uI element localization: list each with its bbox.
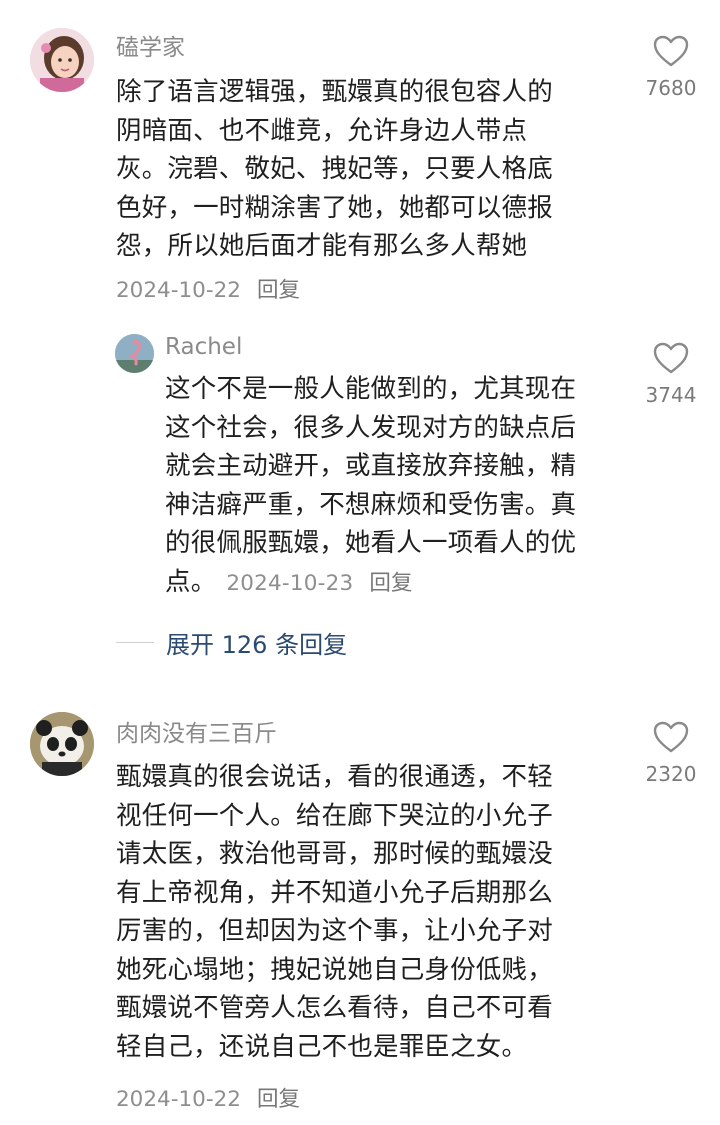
comment-author[interactable]: Rachel: [165, 334, 242, 360]
comment-meta: 2024-10-22 回复: [116, 1082, 300, 1113]
divider-line: [116, 641, 154, 643]
reply-button[interactable]: 回复: [257, 1087, 300, 1112]
comment-text: 甄嬛真的很会说话，看的很通透，不轻 视任何一个人。给在廊下哭泣的小允子 请太医，…: [116, 762, 553, 1062]
avatar[interactable]: [115, 334, 154, 373]
heart-icon: [653, 35, 689, 67]
heart-icon: [653, 721, 689, 753]
comment-meta: 2024-10-22 回复: [116, 273, 300, 304]
comment-date: 2024-10-22: [116, 278, 241, 303]
comment-text: 这个不是一般人能做到的，尤其现在 这个社会，很多人发现对方的缺点后 就会主动避开…: [165, 370, 635, 603]
comment-author[interactable]: 肉肉没有三百斤: [116, 714, 277, 748]
like-count: 2320: [645, 762, 697, 786]
heart-icon: [653, 342, 689, 374]
like-button[interactable]: 7680: [636, 34, 706, 100]
like-button[interactable]: 2320: [636, 720, 706, 786]
reply-button[interactable]: 回复: [257, 278, 300, 303]
expand-replies-label: 展开 126 条回复: [166, 630, 348, 659]
expand-replies-button[interactable]: 展开 126 条回复: [116, 624, 347, 660]
comment-text-content: 这个不是一般人能做到的，尤其现在 这个社会，很多人发现对方的缺点后 就会主动避开…: [165, 374, 577, 597]
comment-date: 2024-10-23: [226, 570, 354, 596]
comment-date: 2024-10-22: [116, 1087, 241, 1112]
avatar[interactable]: [30, 28, 94, 92]
reply-button[interactable]: 回复: [369, 571, 412, 596]
comment-text: 除了语言逻辑强，甄嬛真的很包容人的 阴暗面、也不雌竞，允许身边人带点 灰。浣碧、…: [116, 77, 553, 261]
comment-author[interactable]: 磕学家: [116, 28, 185, 62]
like-button[interactable]: 3744: [636, 341, 706, 407]
like-count: 3744: [645, 383, 697, 407]
girl-avatar-icon: [30, 28, 94, 92]
panda-avatar-icon: [30, 712, 94, 776]
comment-meta: 2024-10-23 回复: [226, 571, 412, 596]
like-count: 7680: [645, 76, 697, 100]
avatar[interactable]: [30, 712, 94, 776]
flamingo-avatar-icon: [115, 334, 154, 373]
